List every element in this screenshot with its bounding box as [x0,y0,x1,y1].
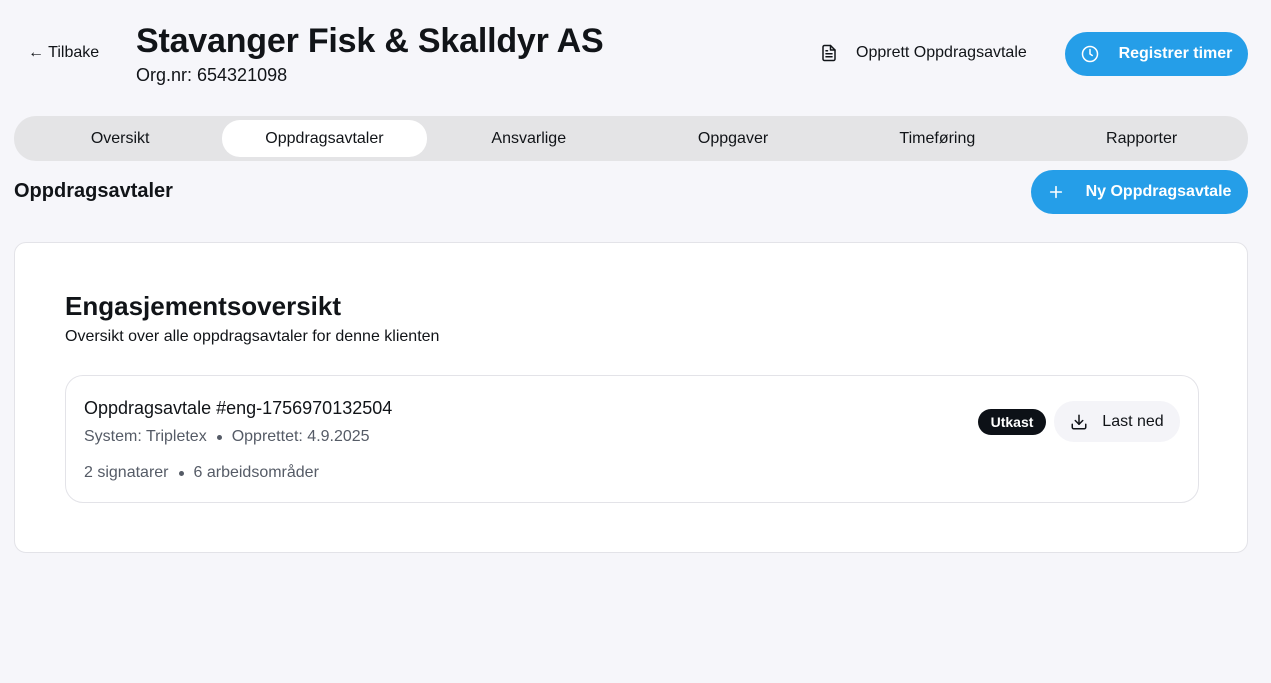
clock-icon [1081,45,1099,63]
create-agreement-button[interactable]: Opprett Oppdragsavtale [820,44,1027,62]
tab-oversikt[interactable]: Oversikt [18,120,222,157]
client-title-block: Stavanger Fisk & Skalldyr AS Org.nr: 654… [136,20,604,86]
agreement-title: Oppdragsavtale #eng-1756970132504 [84,398,393,418]
section-title: Oppdragsavtaler [14,180,173,202]
new-agreement-button[interactable]: Ny Oppdragsavtale [1031,170,1248,214]
agreement-work-areas: 6 arbeidsområder [193,464,319,481]
download-icon [1070,413,1088,431]
plus-icon [1048,184,1064,200]
agreement-item[interactable]: Oppdragsavtale #eng-1756970132504 System… [65,375,1199,503]
tab-oppgaver[interactable]: Oppgaver [631,120,835,157]
register-hours-label: Registrer timer [1118,45,1233,62]
separator-dot [216,434,222,440]
agreement-meta: System: Tripletex Opprettet: 4.9.2025 [84,428,370,446]
status-badge: Utkast [978,409,1046,435]
tab-rapporter[interactable]: Rapporter [1039,120,1243,157]
agreement-system: System: Tripletex [84,428,207,445]
page-header: ← Tilbake Stavanger Fisk & Skalldyr AS O… [0,0,1271,110]
agreement-signers: 2 signatarer [84,464,169,481]
org-number: Org.nr: 654321098 [136,65,288,85]
separator-dot [178,470,184,476]
agreement-created: Opprettet: 4.9.2025 [231,428,370,445]
register-hours-button[interactable]: Registrer timer [1065,32,1248,76]
download-button[interactable]: Last ned [1054,401,1180,442]
document-icon [820,44,838,62]
card-subtitle: Oversikt over alle oppdragsavtaler for d… [65,328,440,345]
tab-ansvarlige[interactable]: Ansvarlige [427,120,631,157]
new-agreement-label: Ny Oppdragsavtale [1085,183,1232,200]
create-agreement-label: Opprett Oppdragsavtale [856,44,1027,61]
page-title: Stavanger Fisk & Skalldyr AS [136,22,604,60]
engagement-overview-card: Engasjementsoversikt Oversikt over alle … [14,242,1248,553]
download-label: Last ned [1102,412,1164,430]
tab-oppdragsavtaler[interactable]: Oppdragsavtaler [222,120,427,157]
back-link[interactable]: ← Tilbake [28,44,99,62]
agreement-counts: 2 signatarer 6 arbeidsområder [84,464,319,482]
card-title: Engasjementsoversikt [65,291,342,321]
tab-bar: Oversikt Oppdragsavtaler Ansvarlige Oppg… [14,116,1248,161]
tab-timeforing[interactable]: Timeføring [835,120,1039,157]
